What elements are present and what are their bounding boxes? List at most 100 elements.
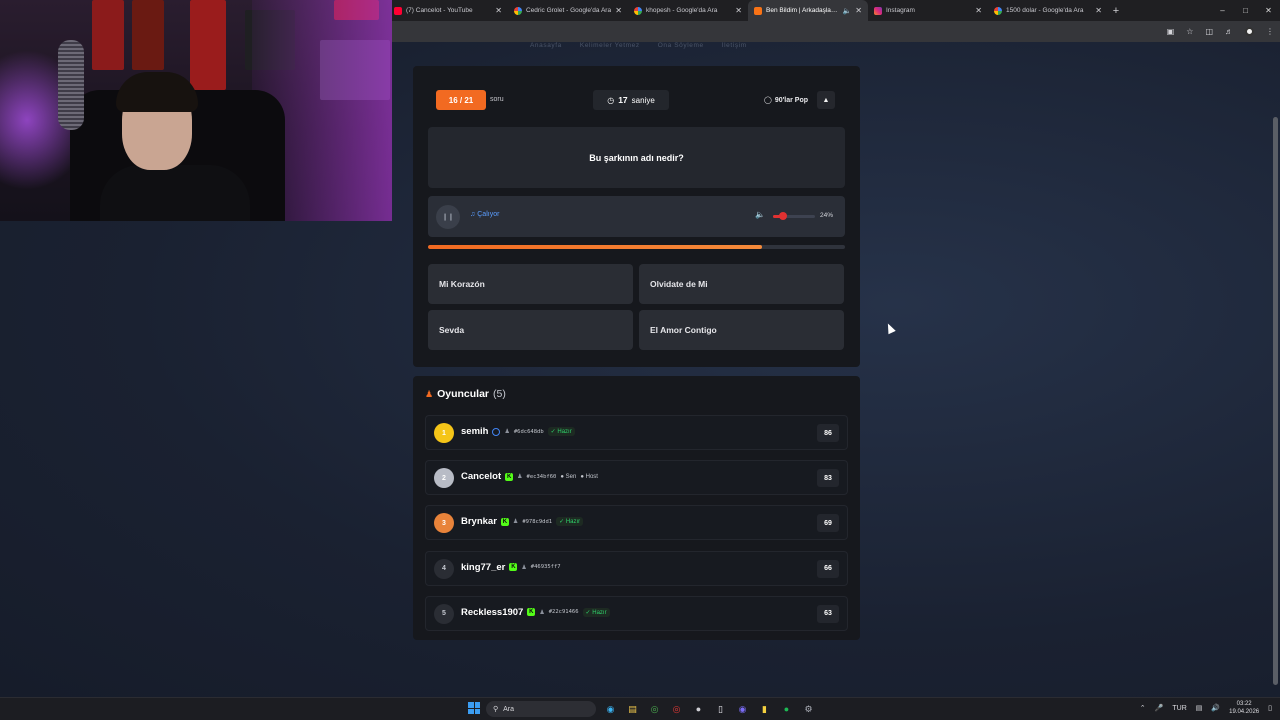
answer-option-4[interactable]: El Amor Contigo — [639, 310, 844, 350]
ready-badge-label: Hazır — [592, 609, 607, 616]
browser-tab[interactable]: (7) Cancelot - YouTube ✕ — [388, 0, 508, 21]
settings-icon[interactable]: ⚙ — [800, 701, 817, 717]
file-explorer-icon[interactable]: ▤ — [624, 701, 641, 717]
player-name: Brynkar — [461, 516, 497, 528]
playback-status-label: Çalıyor — [477, 211, 500, 218]
webcam-banner — [92, 0, 124, 70]
ready-badge-label: Hazır — [557, 429, 572, 435]
nav-item-home[interactable]: Anasayfa — [530, 42, 562, 49]
spotify-icon[interactable]: ● — [778, 701, 795, 717]
webcam-person-hair — [116, 72, 198, 112]
nav-item-words[interactable]: Kelimeler Yetmez — [580, 42, 640, 49]
clock-icon: ◷ — [607, 95, 615, 105]
new-tab-button[interactable]: + — [1108, 5, 1124, 17]
user-icon: ♟ — [512, 519, 519, 526]
players-count: (5) — [493, 388, 506, 400]
chrome-icon[interactable]: ◎ — [646, 701, 663, 717]
answer-option-1[interactable]: Mi Korazón — [428, 264, 633, 304]
timer-value: 17 — [618, 95, 628, 105]
volume-slider[interactable] — [773, 212, 815, 220]
install-app-icon[interactable]: ▣ — [1167, 27, 1175, 36]
media-control-icon[interactable]: ♬ — [1225, 27, 1233, 36]
language-indicator[interactable]: TUR — [1172, 705, 1186, 712]
windows-taskbar: ⚲ Ara ◉ ▤ ◎ ◎ ● ▯ ◉ ▮ ● ⚙ ⌃ 🎤 TUR ▤ 🔊 03… — [0, 697, 1280, 720]
users-icon: ♟ — [425, 388, 434, 399]
browser-tab[interactable]: Ben Bildim | Arkadaşlarınla 🔈 ✕ — [748, 0, 868, 21]
time-progress-fill — [428, 245, 762, 249]
browser-tab-title: Ben Bildim | Arkadaşlarınla — [766, 7, 840, 14]
webcam-person — [100, 70, 250, 221]
volume-slider-handle[interactable] — [779, 212, 788, 220]
timer-unit: saniye — [631, 95, 655, 105]
player-rank: 1 — [434, 423, 454, 443]
search-icon: ⚲ — [493, 706, 499, 713]
player-rank: 3 — [434, 513, 454, 534]
page-scrollbar[interactable] — [1273, 117, 1278, 685]
player-info: Reckless1907 K ♟ #22c91466 ✓ Hazır — [461, 607, 610, 618]
close-tab-icon[interactable]: ✕ — [735, 6, 742, 15]
microphone-icon[interactable]: 🎤 — [1155, 704, 1164, 712]
taskbar-search[interactable]: ⚲ Ara — [486, 701, 596, 717]
pause-button[interactable]: ❙❙ — [436, 205, 460, 229]
player-hash: #46935ff7 — [530, 564, 561, 571]
document-icon[interactable]: ▯ — [712, 701, 729, 717]
profile-avatar[interactable] — [1245, 27, 1254, 36]
player-score: 63 — [817, 604, 839, 623]
mouse-cursor — [884, 321, 896, 335]
notification-icon[interactable]: ▯ — [1268, 704, 1272, 712]
clock[interactable]: 03:22 19.04.2026 — [1229, 700, 1259, 716]
network-icon[interactable]: ▤ — [1196, 704, 1203, 712]
close-tab-icon[interactable]: ✕ — [855, 6, 862, 15]
player-info: Cancelot K ♟ #ec34bf60 ● Sen ● Host — [461, 471, 598, 482]
close-tab-icon[interactable]: ✕ — [495, 6, 502, 15]
minimize-icon[interactable]: – — [1211, 0, 1234, 21]
browser-tab-title: khopesh - Google'da Ara — [646, 7, 718, 14]
question-counter: 16 / 21 — [436, 90, 486, 110]
maximize-icon[interactable]: □ — [1234, 0, 1257, 21]
obs-icon[interactable]: ● — [690, 701, 707, 717]
player-rank: 2 — [434, 468, 454, 489]
browser-tab[interactable]: khopesh - Google'da Ara ✕ — [628, 0, 748, 21]
answer-option-2[interactable]: Olvidate de Mi — [639, 264, 844, 304]
browser-tab[interactable]: Cedric Grolet - Google'da Ara ✕ — [508, 0, 628, 21]
report-button[interactable]: ▲ — [817, 91, 835, 109]
browser-tab[interactable]: 1500 dolar - Google'da Ara ✕ — [988, 0, 1108, 21]
nav-item-contact[interactable]: İletişim — [722, 42, 747, 49]
volume-icon[interactable]: 🔈 — [755, 210, 765, 219]
player-name: Reckless1907 — [461, 606, 524, 618]
genre-label: 90'lar Pop — [774, 96, 809, 104]
chevron-up-icon[interactable]: ⌃ — [1140, 704, 1146, 712]
close-tab-icon[interactable]: ✕ — [975, 6, 982, 15]
menu-icon[interactable]: ⋮ — [1266, 27, 1274, 36]
player-score: 86 — [817, 424, 839, 442]
close-tab-icon[interactable]: ✕ — [615, 6, 622, 15]
player-tag: ● Sen — [560, 473, 577, 480]
discord-icon[interactable]: ◉ — [734, 701, 751, 717]
webcam-banner — [132, 0, 164, 70]
windows-start-icon[interactable] — [468, 702, 480, 714]
notes-icon[interactable]: ▮ — [756, 701, 773, 717]
youtube-icon — [394, 6, 402, 15]
speaker-icon[interactable]: 🔊 — [1211, 704, 1220, 712]
nav-item-dont-tell[interactable]: Ona Söyleme — [658, 42, 704, 49]
answer-option-3[interactable]: Sevda — [428, 310, 633, 350]
player-info: king77_er K ♟ #46935ff7 — [461, 562, 561, 573]
chrome-alt-icon[interactable]: ◎ — [668, 701, 685, 717]
extensions-icon[interactable]: ◫ — [1205, 27, 1213, 36]
browser-tab-title: Instagram — [886, 7, 915, 14]
user-icon: ♟ — [504, 429, 510, 435]
system-tray: ⌃ 🎤 TUR ▤ 🔊 03:22 19.04.2026 ▯ — [1140, 700, 1272, 716]
player-tag-label: Sen — [565, 473, 577, 480]
kick-icon: K — [527, 608, 536, 617]
player-score: 83 — [817, 469, 839, 488]
close-tab-icon[interactable]: ✕ — [1095, 6, 1102, 15]
site-icon — [754, 6, 762, 15]
player-rank: 5 — [434, 603, 454, 624]
close-icon[interactable]: ✕ — [1257, 0, 1280, 21]
quiz-card: 16 / 21 soru ◷ 17 saniye ◯ 90'lar Pop ▲ … — [413, 66, 860, 367]
bookmark-star-icon[interactable]: ☆ — [1186, 27, 1193, 36]
question-text: Bu şarkının adı nedir? — [428, 127, 845, 188]
browser-tab[interactable]: Instagram ✕ — [868, 0, 988, 21]
edge-icon[interactable]: ◉ — [602, 701, 619, 717]
user-icon: ♟ — [521, 564, 527, 571]
